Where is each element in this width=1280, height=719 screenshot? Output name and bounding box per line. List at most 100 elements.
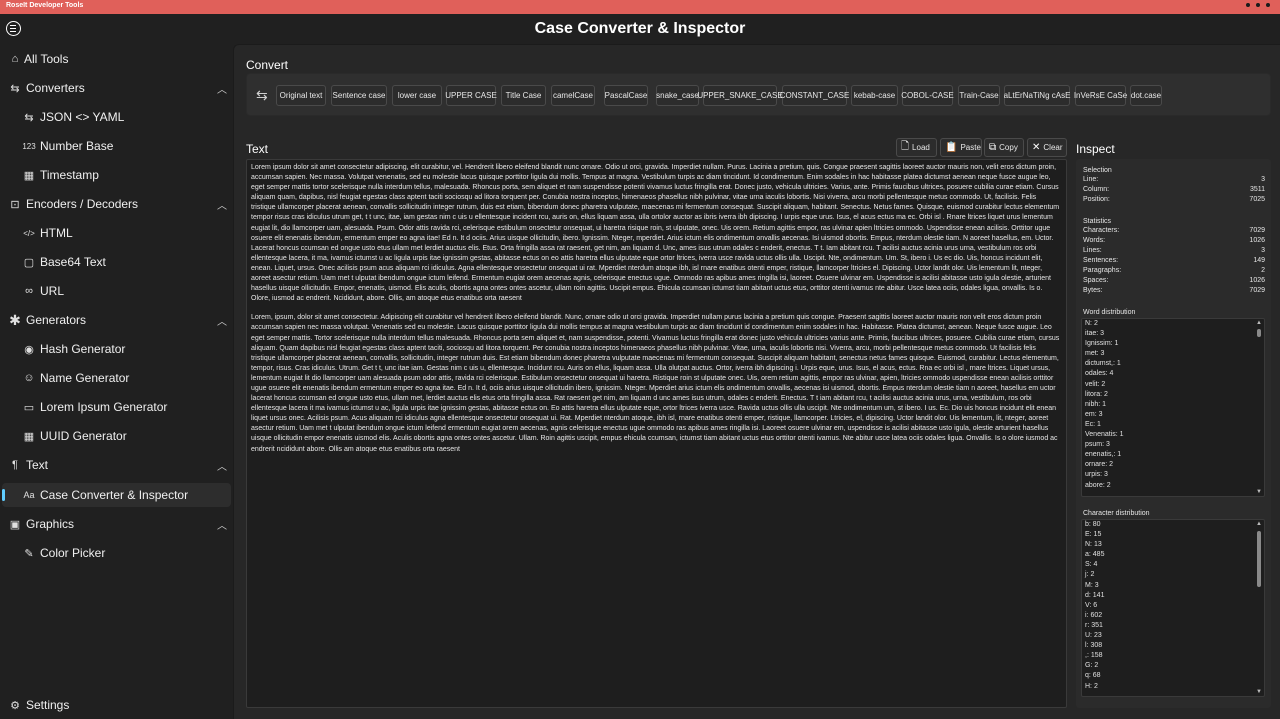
hash-icon: ◉ bbox=[24, 343, 34, 356]
list-item: litora: 2 bbox=[1085, 390, 1108, 398]
chevron-up-icon[interactable]: ︿ bbox=[217, 81, 227, 96]
alternating-case-button[interactable]: aLtErNaTiNg cAsE bbox=[1004, 85, 1070, 106]
list-item: enenatis,: 1 bbox=[1085, 451, 1122, 459]
stat-lines-row: Lines: 3 bbox=[1083, 247, 1265, 257]
list-item: N: 13 bbox=[1085, 541, 1102, 549]
copy-icon: ⧉ bbox=[989, 142, 997, 153]
scroll-up-arrow-icon[interactable]: ▲ bbox=[1255, 320, 1263, 326]
pascal-case-button[interactable]: PascalCase bbox=[604, 85, 648, 106]
list-item: j: 2 bbox=[1085, 571, 1095, 579]
list-item: ,: 158 bbox=[1085, 652, 1103, 660]
title-case-button[interactable]: Title Case bbox=[501, 85, 546, 106]
lower-case-button[interactable]: lower case bbox=[392, 85, 442, 106]
train-case-button[interactable]: Train-Case bbox=[958, 85, 1000, 106]
sidebar-item-graphics[interactable]: ▣ Graphics ︿ bbox=[2, 512, 231, 536]
sidebar-item-number-base[interactable]: 123 Number Base bbox=[2, 134, 231, 158]
original-text-button[interactable]: Original text bbox=[276, 85, 326, 106]
sidebar-item-encoders-decoders[interactable]: ⊡ Encoders / Decoders ︿ bbox=[2, 192, 231, 216]
chevron-up-icon[interactable]: ︿ bbox=[217, 458, 227, 473]
swap-icon: ⇆ bbox=[24, 111, 34, 124]
snake-case-button[interactable]: snake_case bbox=[656, 85, 699, 106]
grid-icon: ▦ bbox=[23, 430, 35, 443]
list-item: b: 80 bbox=[1085, 521, 1101, 528]
stat-sentences-row: Sentences: 149 bbox=[1083, 257, 1265, 267]
word-distribution-list[interactable]: N: 2 itae: 3 Ignissim: 1 met: 3 dictumst… bbox=[1081, 318, 1265, 497]
list-item: dictumst,: 1 bbox=[1085, 360, 1121, 368]
constant-case-button[interactable]: CONSTANT_CASE bbox=[780, 85, 849, 106]
sidebar-item-label: Settings bbox=[26, 698, 70, 712]
sidebar-item-label: Base64 Text bbox=[40, 255, 106, 269]
sidebar-item-timestamp[interactable]: ▦ Timestamp bbox=[2, 163, 231, 187]
stat-value: 1026 bbox=[1249, 237, 1265, 244]
sidebar-item-all-tools[interactable]: ⌂ All Tools bbox=[2, 47, 231, 71]
scroll-down-arrow-icon[interactable]: ▼ bbox=[1255, 689, 1263, 695]
sidebar-item-url[interactable]: ∞ URL bbox=[2, 279, 231, 303]
minimize-dot[interactable] bbox=[1246, 3, 1250, 7]
copy-button[interactable]: ⧉ Copy bbox=[984, 138, 1024, 157]
sidebar-item-text[interactable]: ¶ Text ︿ bbox=[2, 453, 231, 477]
sidebar-item-generators[interactable]: ✱ Generators ︿ bbox=[2, 308, 231, 332]
window-controls[interactable] bbox=[1246, 3, 1270, 7]
sidebar-item-label: Name Generator bbox=[40, 371, 130, 385]
sidebar: ⌂ All Tools ⇆ Converters ︿ ⇆ JSON <> YAM… bbox=[0, 44, 233, 719]
cobol-case-button[interactable]: COBOL-CASE bbox=[901, 85, 954, 106]
sidebar-item-settings[interactable]: ⚙ Settings bbox=[2, 693, 231, 717]
sentence-case-button[interactable]: Sentence case bbox=[331, 85, 387, 106]
selection-position-row: Position: 7025 bbox=[1083, 196, 1265, 206]
kebab-case-button[interactable]: kebab-case bbox=[851, 85, 898, 106]
list-item: itae: 3 bbox=[1085, 330, 1105, 338]
chevron-up-icon[interactable]: ︿ bbox=[217, 517, 227, 532]
stat-key: Words: bbox=[1083, 237, 1106, 244]
sidebar-item-lorem-ipsum-generator[interactable]: ▭ Lorem Ipsum Generator bbox=[2, 395, 231, 419]
camel-case-button[interactable]: camelCase bbox=[551, 85, 595, 106]
scrollbar-thumb[interactable] bbox=[1257, 531, 1261, 587]
list-item: Venenatis: 1 bbox=[1085, 431, 1124, 439]
sidebar-item-color-picker[interactable]: ✎ Color Picker bbox=[2, 541, 231, 565]
document-icon: ▢ bbox=[23, 256, 35, 269]
word-list-scrollbar[interactable]: ▲ ▼ bbox=[1255, 320, 1263, 495]
close-dot[interactable] bbox=[1266, 3, 1270, 7]
character-list-scrollbar[interactable]: ▲ ▼ bbox=[1255, 521, 1263, 695]
stat-key: Characters: bbox=[1083, 227, 1120, 234]
scroll-down-arrow-icon[interactable]: ▼ bbox=[1255, 489, 1263, 495]
chevron-up-icon[interactable]: ︿ bbox=[217, 313, 227, 328]
dot-case-button[interactable]: dot.case bbox=[1130, 85, 1162, 106]
sidebar-item-label: Color Picker bbox=[40, 546, 106, 560]
scroll-up-arrow-icon[interactable]: ▲ bbox=[1255, 521, 1263, 527]
sidebar-item-uuid-generator[interactable]: ▦ UUID Generator bbox=[2, 424, 231, 448]
stat-spaces-row: Spaces: 1026 bbox=[1083, 277, 1265, 287]
inverse-case-button[interactable]: InVeRsE CaSe bbox=[1074, 85, 1127, 106]
sidebar-item-case-converter[interactable]: Aa Case Converter & Inspector bbox=[2, 483, 231, 507]
list-item: q: 68 bbox=[1085, 672, 1101, 680]
link-icon: ∞ bbox=[25, 285, 33, 297]
number-icon: 123 bbox=[22, 141, 36, 151]
sidebar-item-name-generator[interactable]: ☺ Name Generator bbox=[2, 366, 231, 390]
paste-button[interactable]: 📋 Paste bbox=[940, 138, 982, 157]
sidebar-item-converters[interactable]: ⇆ Converters ︿ bbox=[2, 76, 231, 100]
stat-value: 7025 bbox=[1249, 196, 1265, 203]
clear-button[interactable]: ✕ Clear bbox=[1027, 138, 1067, 157]
sidebar-item-label: URL bbox=[40, 284, 65, 298]
scrollbar-thumb[interactable] bbox=[1257, 329, 1261, 337]
sparkle-icon: ✱ bbox=[9, 311, 21, 328]
sidebar-item-hash-generator[interactable]: ◉ Hash Generator bbox=[2, 337, 231, 361]
sidebar-item-base64-text[interactable]: ▢ Base64 Text bbox=[2, 250, 231, 274]
stat-value: 149 bbox=[1253, 257, 1265, 264]
sidebar-item-json-yaml[interactable]: ⇆ JSON <> YAML bbox=[2, 105, 231, 129]
stat-key: Line: bbox=[1083, 176, 1099, 183]
sidebar-item-label: Hash Generator bbox=[40, 342, 126, 356]
character-distribution-list[interactable]: b: 80 E: 15 N: 13 a: 485 S: 4 j: 2 M: 3 … bbox=[1081, 519, 1265, 697]
sidebar-item-label: Generators bbox=[26, 313, 87, 327]
selection-line-row: Line: 3 bbox=[1083, 176, 1265, 186]
stat-value: 3 bbox=[1261, 176, 1265, 183]
eyedropper-icon: ✎ bbox=[24, 547, 34, 560]
text-editor[interactable]: Lorem ipsum dolor sit amet consectetur a… bbox=[246, 159, 1067, 708]
sidebar-item-label: Number Base bbox=[40, 139, 114, 153]
maximize-dot[interactable] bbox=[1256, 3, 1260, 7]
load-button[interactable]: 🗋 Load bbox=[896, 138, 937, 157]
sidebar-item-html[interactable]: </> HTML bbox=[2, 221, 231, 245]
chevron-up-icon[interactable]: ︿ bbox=[217, 197, 227, 212]
selection-column-row: Column: 3511 bbox=[1083, 186, 1265, 196]
upper-snake-case-button[interactable]: UPPER_SNAKE_CASE bbox=[697, 85, 783, 106]
upper-case-button[interactable]: UPPER CASE bbox=[445, 85, 497, 106]
